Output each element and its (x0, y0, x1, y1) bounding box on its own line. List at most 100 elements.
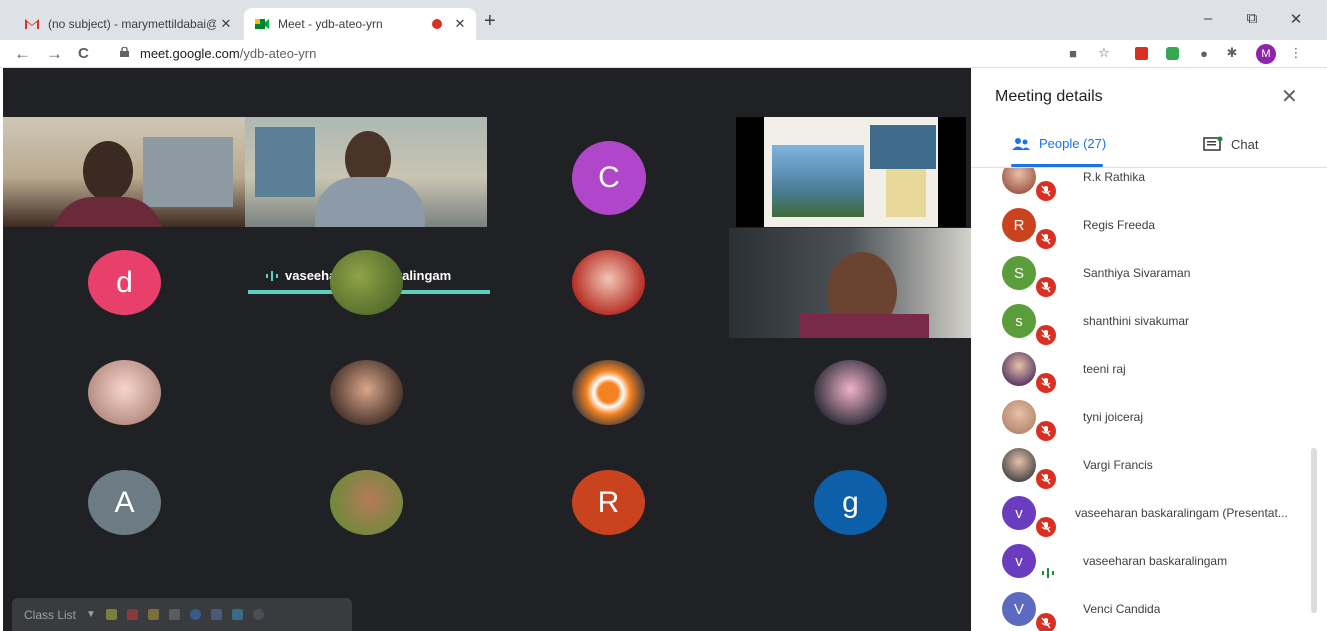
tab-gmail[interactable]: (no subject) - marymettildabai@ ✕ (14, 8, 242, 40)
video-tile-participant[interactable] (3, 117, 245, 227)
mic-off-icon (1036, 373, 1056, 393)
participant-row[interactable]: v vaseeharan baskaralingam (Presentat... (971, 490, 1311, 538)
pdf-extension-icon[interactable] (1133, 45, 1149, 61)
star-icon[interactable]: ☆ (1096, 45, 1112, 61)
people-list-scrollbar[interactable] (1311, 448, 1317, 613)
tab-chat[interactable]: Chat (1203, 136, 1258, 152)
url-host: meet.google.com (140, 46, 240, 61)
mic-off-icon (1036, 421, 1056, 441)
participant-row[interactable]: R Regis Freeda (971, 202, 1311, 250)
pin-icon[interactable] (168, 609, 180, 620)
close-window-button[interactable]: ✕ (1284, 10, 1308, 28)
participant-name: tyni joiceraj (1083, 410, 1144, 424)
participant-row[interactable]: S Santhiya Sivaraman (971, 250, 1311, 298)
participant-row[interactable]: V Venci Candida (971, 586, 1311, 631)
participant-name: shanthini sivakumar (1083, 314, 1190, 328)
tab-people[interactable]: People (27) (1011, 136, 1106, 151)
participant-avatar-photo[interactable] (572, 250, 645, 315)
participant-name: Santhiya Sivaraman (1083, 266, 1191, 280)
globe-icon[interactable] (189, 609, 201, 620)
grid-icon[interactable] (231, 609, 243, 620)
participant-avatar[interactable]: g (814, 470, 887, 535)
participant-avatar-photo[interactable] (330, 250, 403, 315)
participant-list-avatar: R (1002, 208, 1036, 242)
class-list-bar[interactable]: Class List ▼ (12, 598, 352, 631)
participant-avatar-photo[interactable] (330, 360, 403, 425)
participant-name: R.k Rathika (1083, 170, 1146, 184)
people-icon (1012, 137, 1030, 150)
notes-icon[interactable] (147, 609, 159, 620)
participant-avatar-photo[interactable] (330, 470, 403, 535)
video-tile-presenter[interactable] (245, 117, 487, 227)
close-tab-icon[interactable]: ✕ (216, 16, 236, 32)
gmail-icon (25, 19, 39, 29)
browser-tab-strip: (no subject) - marymettildabai@ ✕ Meet -… (0, 0, 1327, 40)
participant-avatar-photo[interactable] (572, 360, 645, 425)
lock-icon (120, 47, 129, 57)
reload-button[interactable]: C (78, 45, 89, 62)
participant-avatar[interactable]: A (88, 470, 161, 535)
close-tab-icon[interactable]: ✕ (450, 16, 470, 32)
save-icon[interactable] (210, 609, 222, 620)
forward-button[interactable]: → (46, 44, 63, 64)
list-icon[interactable] (105, 609, 117, 620)
mic-off-icon (1036, 469, 1056, 489)
participant-list-avatar: S (1002, 256, 1036, 290)
participant-row[interactable]: R.k Rathika (971, 168, 1311, 202)
participant-list-avatar: v (1002, 496, 1036, 530)
participant-list-avatar (1002, 400, 1036, 434)
chat-icon (1203, 136, 1223, 151)
puzzle-icon[interactable]: ✱ (1224, 45, 1240, 61)
participant-row[interactable]: v vaseeharan baskaralingam (971, 538, 1311, 586)
participant-row[interactable]: tyni joiceraj (971, 394, 1311, 442)
tab-meet[interactable]: Meet - ydb-ateo-yrn ✕ (244, 8, 476, 40)
restore-button[interactable]: ⧉ (1240, 10, 1264, 27)
circle-extension-icon[interactable]: ● (1196, 45, 1212, 61)
avatar-letter: V (1013, 600, 1024, 618)
tab-people-label: People (27) (1039, 136, 1107, 151)
address-bar[interactable]: meet.google.com/ydb-ateo-yrn (140, 46, 316, 61)
more-menu-icon[interactable]: ⋮ (1288, 45, 1304, 61)
video-tile-participant[interactable] (729, 228, 971, 338)
participant-name: teeni raj (1083, 362, 1126, 376)
participant-name: Regis Freeda (1083, 218, 1156, 232)
participant-row[interactable]: s shanthini sivakumar (971, 298, 1311, 346)
participant-avatar-photo[interactable] (88, 360, 161, 425)
avatar-letter: s (1015, 312, 1023, 330)
back-button[interactable]: ← (14, 44, 31, 64)
tab-title: (no subject) - marymettildabai@ (48, 17, 216, 31)
presentation-tile[interactable] (736, 117, 966, 227)
camera-icon[interactable]: ■ (1065, 45, 1081, 61)
class-list-label: Class List (24, 607, 77, 622)
participant-list-avatar (1002, 168, 1036, 194)
panel-title: Meeting details (995, 88, 1103, 105)
participant-row[interactable]: teeni raj (971, 346, 1311, 394)
close-panel-button[interactable]: ✕ (1281, 84, 1298, 109)
remove-icon[interactable] (126, 609, 138, 620)
minimize-button[interactable]: – (1196, 10, 1220, 27)
grammar-extension-icon[interactable] (1164, 45, 1180, 61)
participant-avatar[interactable]: C (572, 141, 646, 215)
participant-list-avatar (1002, 448, 1036, 482)
participant-name: vaseeharan baskaralingam (1083, 554, 1228, 568)
participant-avatar[interactable]: R (572, 470, 645, 535)
participant-row[interactable]: Vargi Francis (971, 442, 1311, 490)
speaking-icon (1041, 566, 1055, 584)
settings-icon[interactable] (252, 609, 264, 620)
mic-off-icon (1036, 181, 1056, 201)
profile-avatar[interactable]: M (1256, 44, 1276, 64)
avatar-letter: v (1015, 504, 1023, 522)
browser-toolbar: ← → C meet.google.com/ydb-ateo-yrn ■ ☆ ●… (0, 40, 1327, 68)
avatar-letter: S (1013, 264, 1024, 282)
tab-chat-label: Chat (1231, 136, 1259, 152)
chevron-down-icon[interactable]: ▼ (86, 609, 96, 620)
avatar-letter: R (597, 485, 620, 519)
participant-name: Vargi Francis (1083, 458, 1153, 472)
new-tab-button[interactable]: + (484, 10, 496, 33)
participant-avatar-photo[interactable] (814, 360, 887, 425)
participant-name: Venci Candida (1083, 602, 1161, 616)
participant-avatar[interactable]: d (88, 250, 161, 315)
mic-off-icon (1036, 229, 1056, 249)
participant-list-avatar: s (1002, 304, 1036, 338)
participant-list-avatar (1002, 352, 1036, 386)
